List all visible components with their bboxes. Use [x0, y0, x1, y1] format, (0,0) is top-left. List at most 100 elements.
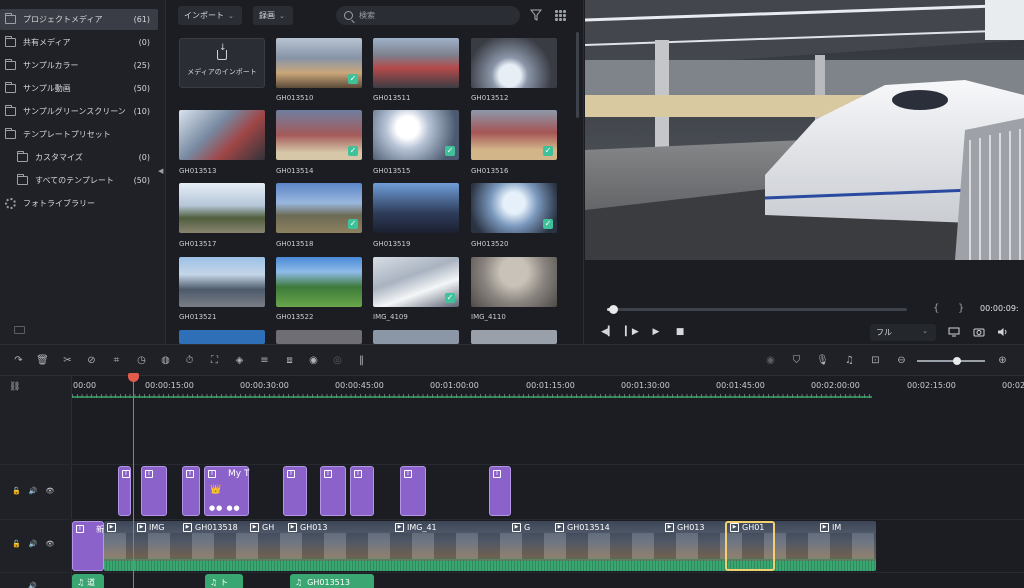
adjust-icon[interactable]: ≡: [258, 354, 271, 367]
sidebar-item-sample-colors[interactable]: サンプルカラー (25): [0, 55, 158, 76]
grid-view-icon[interactable]: [555, 10, 566, 21]
media-thumbnail[interactable]: [179, 257, 265, 307]
stabilize-icon[interactable]: ⧈: [283, 354, 296, 367]
title-clip-main[interactable]: T 新: [72, 521, 104, 571]
lock-icon[interactable]: 🔓: [12, 487, 21, 495]
import-media-tile[interactable]: メディアのインポート: [179, 38, 265, 88]
media-thumbnail[interactable]: [276, 257, 362, 307]
title-clip[interactable]: T: [350, 466, 374, 516]
volume-icon[interactable]: [997, 327, 1009, 337]
audio-clip[interactable]: ♫ ト: [205, 574, 243, 588]
mute-icon[interactable]: ⊘: [85, 354, 98, 367]
music-list-icon[interactable]: ♫: [843, 354, 856, 367]
sidebar-item-template-presets[interactable]: テンプレートプリセット: [0, 124, 158, 145]
keyframe-icon[interactable]: ◈: [233, 354, 246, 367]
audio-clip[interactable]: ♫ 道: [72, 574, 104, 588]
search-input[interactable]: 検索: [336, 6, 520, 25]
zoom-slider[interactable]: [917, 357, 985, 365]
microphone-icon[interactable]: 🎙: [816, 354, 829, 367]
scrubber-handle[interactable]: [609, 305, 618, 314]
audio-wave-icon[interactable]: ‖: [355, 354, 368, 367]
media-thumbnail[interactable]: [471, 257, 557, 307]
timer-icon[interactable]: ⏱: [183, 354, 196, 367]
sidebar-item-customize[interactable]: カスタマイズ (0): [0, 147, 158, 168]
link-icon[interactable]: ⛓: [9, 382, 20, 392]
media-thumbnail[interactable]: ✓: [276, 110, 362, 160]
sidebar-item-sample-greenscreen[interactable]: サンプルグリーンスクリーン (10): [0, 101, 158, 122]
media-thumbnail[interactable]: ✓: [471, 183, 557, 233]
audio-clip[interactable]: ♫ GH013513: [290, 574, 374, 588]
video-clip[interactable]: ▶ IMG_41: [395, 523, 437, 532]
split-scissors-icon[interactable]: ✂: [61, 354, 74, 367]
speed-icon[interactable]: ◷: [135, 354, 148, 367]
title-clip[interactable]: T: [489, 466, 511, 516]
media-thumbnail[interactable]: [179, 330, 265, 344]
media-scrollbar[interactable]: [576, 32, 579, 118]
video-clip[interactable]: ▶ GH013518: [183, 523, 238, 532]
mark-out-icon[interactable]: }: [958, 303, 964, 314]
play-icon[interactable]: ▶: [650, 326, 662, 338]
quality-select[interactable]: フル ⌄: [870, 324, 936, 341]
filter-icon[interactable]: [530, 9, 542, 21]
snapshot-camera-icon[interactable]: [973, 327, 985, 337]
media-thumbnail[interactable]: [471, 38, 557, 88]
zoom-slider-handle[interactable]: [953, 357, 962, 365]
playback-scrubber[interactable]: [607, 305, 907, 314]
mark-in-icon[interactable]: {: [933, 303, 939, 314]
title-clip[interactable]: T: [118, 466, 131, 516]
prev-frame-icon[interactable]: ◀▎: [601, 326, 615, 338]
subtitle-icon[interactable]: ⊡: [869, 354, 882, 367]
stop-icon[interactable]: ■: [674, 326, 686, 338]
video-clip[interactable]: ▶ G: [512, 523, 530, 532]
color-palette-icon[interactable]: ◍: [159, 354, 172, 367]
crop-icon[interactable]: ⌗: [110, 354, 123, 367]
video-clip[interactable]: ▶ GH013514: [555, 523, 610, 532]
media-thumbnail[interactable]: [179, 183, 265, 233]
media-thumbnail[interactable]: [373, 38, 459, 88]
title-clip-my-title[interactable]: T My T 👑 ●● ●●: [204, 466, 249, 516]
delete-icon[interactable]: 🗑: [36, 354, 49, 367]
collapse-sidebar-icon[interactable]: ◀: [158, 167, 164, 175]
record-dropdown[interactable]: 録画 ⌄: [253, 6, 293, 25]
new-folder-icon[interactable]: [14, 326, 25, 334]
sidebar-item-project-media[interactable]: プロジェクトメディア (61): [0, 9, 158, 30]
audio-track-speaker-icon[interactable]: 🔊: [28, 582, 37, 588]
video-clip[interactable]: ▶ GH013: [288, 523, 327, 532]
media-thumbnail[interactable]: [471, 330, 557, 344]
audio-detach-icon[interactable]: ◉: [307, 354, 320, 367]
sidebar-item-shared-media[interactable]: 共有メディア (0): [0, 32, 158, 53]
media-thumbnail[interactable]: ✓: [276, 38, 362, 88]
title-clip[interactable]: T: [283, 466, 307, 516]
ai-icon[interactable]: ◎: [331, 354, 344, 367]
sidebar-item-photo-library[interactable]: フォトライブラリー: [0, 193, 158, 214]
media-thumbnail[interactable]: ✓: [373, 257, 459, 307]
media-thumbnail[interactable]: [179, 110, 265, 160]
title-clip[interactable]: T: [141, 466, 167, 516]
playhead[interactable]: [133, 376, 134, 588]
title-clip[interactable]: T: [320, 466, 346, 516]
monitor-icon[interactable]: [948, 327, 960, 337]
speaker-icon[interactable]: 🔊: [29, 487, 38, 495]
eye-icon[interactable]: 👁: [45, 487, 54, 495]
title-clip[interactable]: T: [182, 466, 200, 516]
fit-frame-icon[interactable]: ⛶: [208, 354, 221, 367]
zoom-in-icon[interactable]: ⊕: [996, 354, 1009, 367]
video-clip[interactable]: ▶ GH013: [665, 523, 704, 532]
sidebar-item-all-templates[interactable]: すべてのテンプレート (50): [0, 170, 158, 191]
media-thumbnail[interactable]: [373, 330, 459, 344]
media-thumbnail[interactable]: [373, 183, 459, 233]
video-clip[interactable]: ▶ GH: [250, 523, 274, 532]
title-clip[interactable]: T: [400, 466, 426, 516]
video-clip-selected[interactable]: ▶ GH01: [730, 523, 764, 532]
media-thumbnail[interactable]: ✓: [471, 110, 557, 160]
video-clip[interactable]: ▶ IM: [820, 523, 841, 532]
media-thumbnail[interactable]: [276, 330, 362, 344]
render-icon[interactable]: ◉: [764, 354, 777, 367]
zoom-out-icon[interactable]: ⊖: [895, 354, 908, 367]
media-thumbnail[interactable]: ✓: [276, 183, 362, 233]
marker-icon[interactable]: ⛉: [790, 354, 803, 367]
play-frame-icon[interactable]: ▎▶: [625, 326, 639, 338]
video-clip[interactable]: ▶: [107, 523, 119, 532]
time-ruler[interactable]: 00:00 00:00:15:00 00:00:30:00 00:00:45:0…: [72, 376, 1024, 398]
import-dropdown[interactable]: インポート ⌄: [178, 6, 242, 25]
